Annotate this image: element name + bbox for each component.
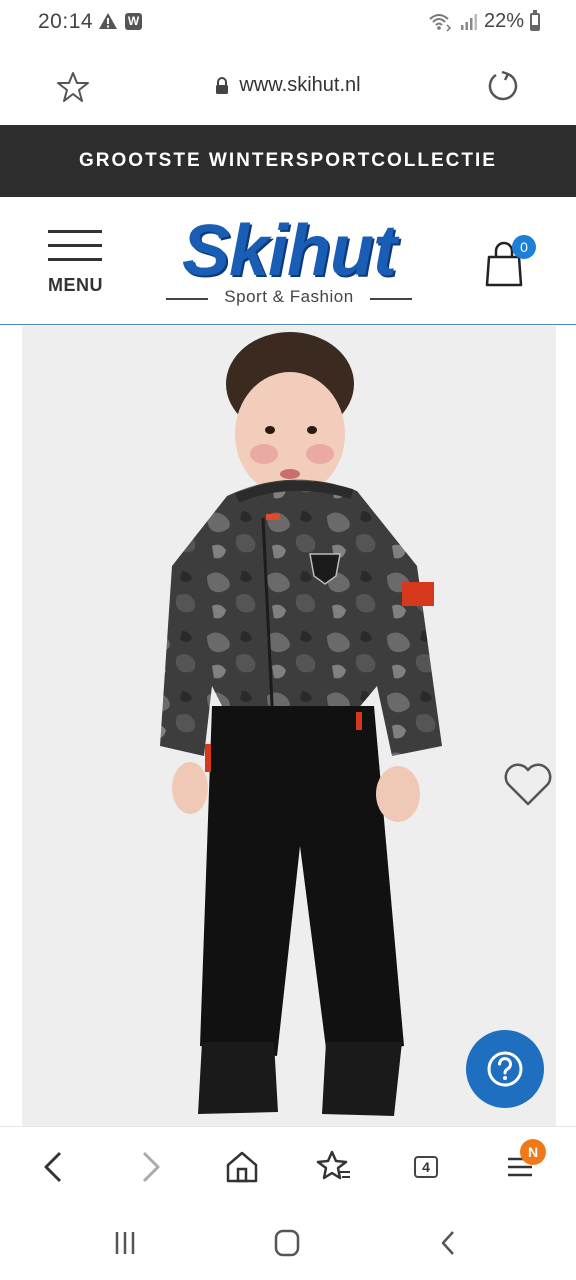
hamburger-line <box>48 258 102 261</box>
tabs-button[interactable]: 4 <box>408 1147 448 1187</box>
browser-url-bar: www.skihut.nl <box>0 44 576 126</box>
cart-count-badge: 0 <box>512 235 536 259</box>
reload-icon[interactable] <box>486 69 520 103</box>
status-right: 22% <box>428 9 540 33</box>
back-icon[interactable] <box>34 1147 74 1187</box>
product-photo-child-ski-suit <box>160 332 442 1116</box>
logo-divider <box>370 298 412 300</box>
cart-button[interactable]: 0 <box>484 235 540 291</box>
logo-tagline: Sport & Fashion <box>224 287 354 306</box>
home-nav-icon[interactable] <box>272 1228 302 1258</box>
promo-banner[interactable]: GROOTSTE WINTERSPORTCOLLECTIE <box>0 125 576 197</box>
heart-icon[interactable] <box>502 760 554 808</box>
menu-button[interactable]: MENU <box>46 227 106 297</box>
site-logo[interactable]: Skihut Sport & Fashion <box>160 215 418 309</box>
back-nav-icon[interactable] <box>434 1228 464 1258</box>
warning-icon <box>99 13 117 29</box>
menu-label: MENU <box>48 275 103 295</box>
signal-icon <box>460 13 477 30</box>
hamburger-icon <box>48 230 102 233</box>
help-button[interactable] <box>466 1030 544 1108</box>
hamburger-line <box>48 244 102 247</box>
battery-percent: 22% <box>483 10 524 32</box>
product-gallery[interactable] <box>0 326 576 1126</box>
home-icon[interactable] <box>222 1147 262 1187</box>
bookmarks-icon[interactable] <box>314 1147 354 1187</box>
promo-text: GROOTSTE WINTERSPORTCOLLECTIE <box>79 150 497 171</box>
recent-apps-icon[interactable] <box>110 1228 140 1258</box>
status-bar: 20:14 W 22% <box>0 0 576 44</box>
url-text: www.skihut.nl <box>239 74 361 96</box>
browser-toolbar: 4 N <box>0 1126 576 1204</box>
wifi-icon <box>429 13 452 32</box>
question-icon <box>487 1051 523 1087</box>
notification-badge: N <box>520 1139 546 1165</box>
site-header: MENU Skihut Sport & Fashion 0 <box>0 197 576 325</box>
battery-icon <box>530 9 540 31</box>
forward-icon[interactable] <box>130 1147 170 1187</box>
lock-icon <box>216 76 229 94</box>
tabs-count: 4 <box>414 1156 438 1178</box>
w-app-icon: W <box>125 13 142 30</box>
logo-wordmark: Skihut <box>181 211 397 291</box>
product-image[interactable] <box>22 326 556 1126</box>
status-time: 20:14 <box>38 10 94 33</box>
system-nav-bar <box>0 1204 576 1280</box>
